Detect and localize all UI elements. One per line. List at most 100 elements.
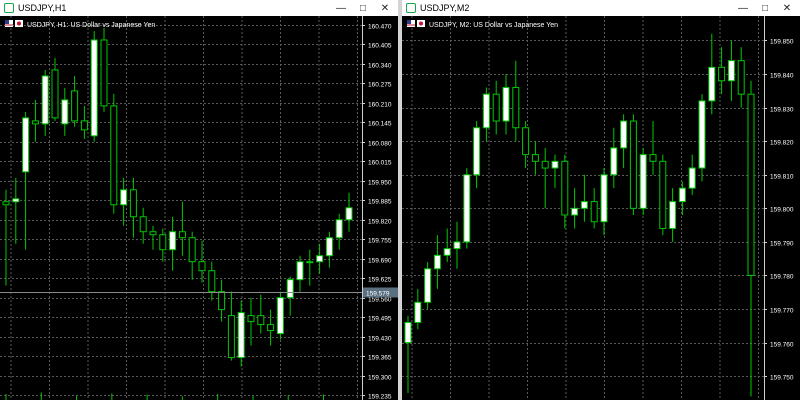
candle	[90, 30, 98, 142]
candle	[698, 94, 706, 182]
candle	[659, 154, 667, 236]
candle	[110, 93, 118, 214]
candle-body	[727, 60, 735, 82]
candle-body	[610, 147, 618, 176]
candle-body	[747, 93, 755, 276]
chart-window-icon	[4, 3, 14, 13]
candle-body	[51, 69, 59, 119]
candle-body	[649, 154, 657, 162]
price-axis-label: 159.820	[770, 140, 794, 147]
candle-body	[600, 174, 608, 223]
maximize-button[interactable]: □	[352, 0, 374, 16]
maximize-button[interactable]: □	[754, 0, 776, 16]
candle-body	[404, 321, 412, 344]
chart-window-usdjpy-m2[interactable]: USDJPY,M2 — □ ✕ 159.850 159.840 159.830 159…	[402, 0, 800, 400]
chart-window-usdjpy-h1[interactable]: USDJPY,H1 — □ ✕ 160.470 160.405 160.340 160…	[0, 0, 398, 400]
close-button[interactable]: ✕	[374, 0, 396, 16]
price-axis-label: 159.760	[770, 342, 794, 349]
candle-body	[286, 279, 294, 299]
candle-body	[31, 120, 39, 125]
candle-body	[698, 100, 706, 169]
candle	[629, 114, 637, 216]
window-titlebar[interactable]: USDJPY,M2 — □ ✕	[402, 0, 800, 16]
price-axis-label: 160.340	[368, 63, 392, 70]
candle-body	[443, 248, 451, 256]
price-axis-label: 160.080	[368, 141, 392, 148]
close-button[interactable]: ✕	[776, 0, 798, 16]
chart-window-icon	[406, 3, 416, 13]
candle-body	[22, 117, 30, 173]
flag-us-canton	[407, 20, 411, 24]
candle-body	[345, 207, 353, 221]
window-title: USDJPY,M2	[420, 3, 470, 13]
candle-body	[61, 99, 69, 125]
candle-body	[737, 60, 745, 95]
candle	[463, 168, 471, 249]
candle-body	[227, 315, 235, 359]
price-axis-label: 159.690	[368, 258, 392, 265]
candle	[276, 291, 284, 340]
flag-jp-sun	[419, 21, 423, 26]
candle-body	[100, 39, 108, 107]
candle-body	[71, 90, 79, 122]
candle-body	[139, 216, 147, 233]
price-axis-label: 160.210	[368, 102, 392, 109]
candle-body	[414, 301, 422, 323]
price-axis-label: 159.235	[368, 394, 392, 400]
price-axis-label: 159.840	[770, 73, 794, 80]
price-axis-label: 159.820	[368, 219, 392, 226]
candle-body	[169, 231, 177, 251]
candle-body	[208, 270, 216, 293]
candle-body	[571, 207, 579, 216]
price-axis-label: 159.770	[770, 308, 794, 315]
chart-symbol-label: USDJPY, H1: US Dollar vs Japanese Yen	[27, 22, 155, 29]
candle-body	[551, 160, 559, 169]
candle-body	[12, 198, 20, 203]
candle-body	[678, 187, 686, 203]
candle-body	[688, 167, 696, 189]
candle-body	[247, 315, 255, 323]
candle-body	[218, 291, 226, 311]
candle-body	[257, 315, 265, 326]
candle-body	[433, 254, 441, 270]
price-axis-label: 159.755	[368, 238, 392, 245]
minimize-button[interactable]: —	[330, 0, 352, 16]
price-axis-label: 159.780	[770, 274, 794, 281]
candle-body	[708, 66, 716, 102]
chart-background	[0, 16, 398, 400]
candle-body	[580, 201, 588, 209]
candlestick-chart[interactable]: 159.850 159.840 159.830 159.820 159.810 159.8…	[402, 16, 800, 400]
candle-body	[159, 234, 167, 251]
price-axis-label: 160.470	[368, 24, 392, 31]
candle-body	[659, 160, 667, 229]
price-axis-label: 160.405	[368, 43, 392, 50]
candle-body	[316, 255, 324, 263]
price-axis-label: 159.625	[368, 277, 392, 284]
candle-body	[718, 66, 726, 82]
window-title: USDJPY,H1	[18, 3, 67, 13]
price-axis-label: 159.810	[770, 174, 794, 181]
candle-body	[531, 154, 539, 162]
candle-body	[325, 237, 333, 257]
price-axis-label: 159.365	[368, 355, 392, 362]
current-price-label: 159.579	[366, 291, 390, 298]
candle-body	[41, 75, 49, 125]
candle-body	[120, 189, 128, 206]
candle-body	[267, 324, 275, 332]
minimize-button[interactable]: —	[732, 0, 754, 16]
candle-body	[129, 189, 137, 218]
candlestick-chart[interactable]: 160.470 160.405 160.340 160.275 160.210 160.1…	[0, 16, 398, 400]
price-axis-label: 159.885	[368, 199, 392, 206]
candle-body	[149, 231, 157, 236]
price-axis-label: 159.830	[770, 107, 794, 114]
candle	[639, 147, 647, 216]
candle-body	[296, 261, 304, 281]
price-axis-label: 159.800	[770, 207, 794, 214]
candle-body	[276, 297, 284, 335]
candle-body	[237, 312, 245, 359]
window-titlebar[interactable]: USDJPY,H1 — □ ✕	[0, 0, 398, 16]
candle-body	[198, 261, 206, 272]
candle-body	[335, 219, 343, 239]
candle-body	[541, 160, 549, 169]
price-axis-label: 159.850	[770, 39, 794, 46]
